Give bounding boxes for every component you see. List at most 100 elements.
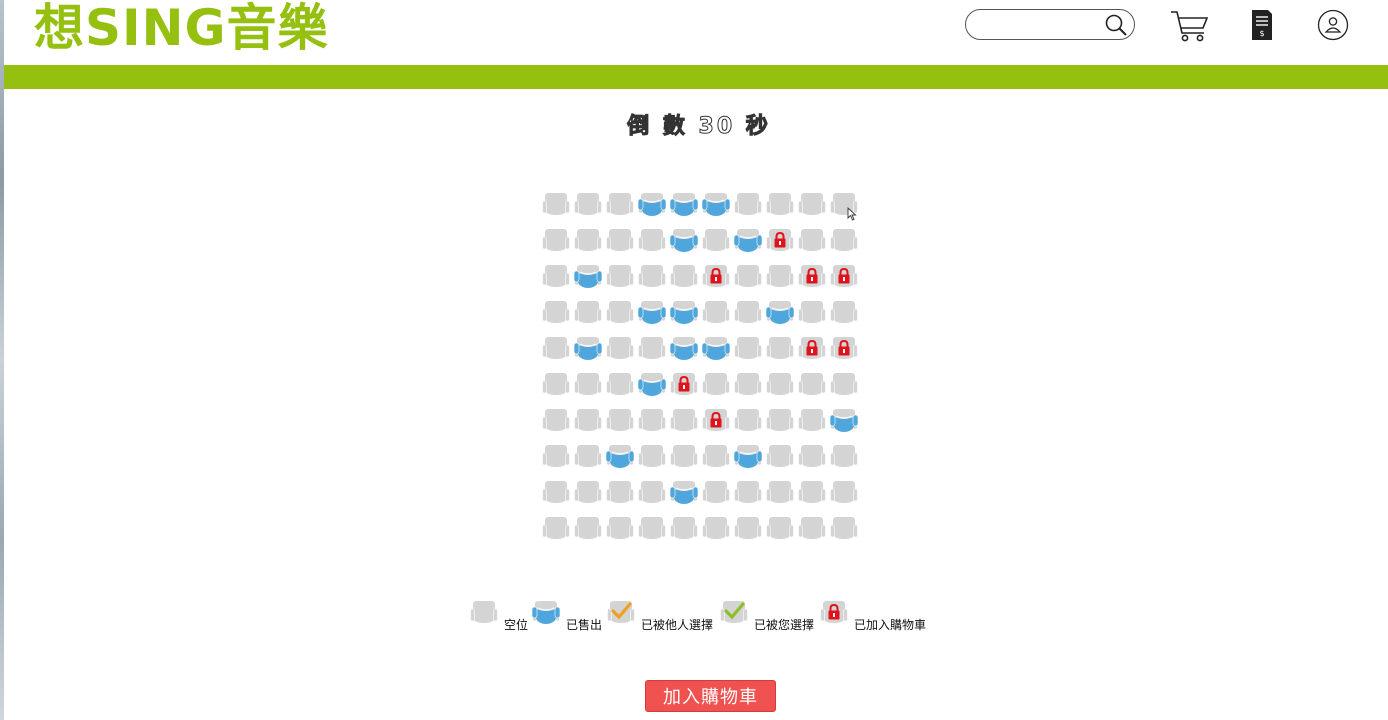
seat-empty[interactable] xyxy=(830,480,858,506)
seat-empty[interactable] xyxy=(542,192,570,218)
seat-empty[interactable] xyxy=(766,192,794,218)
seat-empty[interactable] xyxy=(670,516,698,542)
seat-locked[interactable] xyxy=(766,228,794,254)
seat-sold[interactable] xyxy=(830,408,858,434)
seat-empty[interactable] xyxy=(702,444,730,470)
seat-sold[interactable] xyxy=(670,300,698,326)
seat-empty[interactable] xyxy=(830,444,858,470)
seat-empty[interactable] xyxy=(766,408,794,434)
seat-empty[interactable] xyxy=(766,444,794,470)
seat-locked[interactable] xyxy=(702,408,730,434)
seat-empty[interactable] xyxy=(766,516,794,542)
seat-empty[interactable] xyxy=(734,408,762,434)
seat-empty[interactable] xyxy=(798,480,826,506)
seat-empty[interactable] xyxy=(606,480,634,506)
seat-locked[interactable] xyxy=(670,372,698,398)
seat-empty[interactable] xyxy=(606,300,634,326)
seat-empty[interactable] xyxy=(542,480,570,506)
seat-empty[interactable] xyxy=(702,480,730,506)
seat-empty[interactable] xyxy=(606,336,634,362)
seat-empty[interactable] xyxy=(670,444,698,470)
seat-empty[interactable] xyxy=(702,516,730,542)
seat-empty[interactable] xyxy=(766,480,794,506)
seat-empty[interactable] xyxy=(798,372,826,398)
seat-empty[interactable] xyxy=(830,300,858,326)
seat-empty[interactable] xyxy=(734,480,762,506)
seat-locked[interactable] xyxy=(702,264,730,290)
seat-empty[interactable] xyxy=(606,192,634,218)
receipt-icon[interactable]: $ xyxy=(1250,9,1274,41)
seat-empty[interactable] xyxy=(638,228,666,254)
seat-locked[interactable] xyxy=(798,336,826,362)
seat-empty[interactable] xyxy=(766,264,794,290)
seat-empty[interactable] xyxy=(542,516,570,542)
seat-empty[interactable] xyxy=(798,192,826,218)
seat-empty[interactable] xyxy=(574,300,602,326)
seat-empty[interactable] xyxy=(830,228,858,254)
seat-sold[interactable] xyxy=(702,336,730,362)
search-box[interactable] xyxy=(965,9,1135,40)
seat-empty[interactable] xyxy=(574,192,602,218)
seat-empty[interactable] xyxy=(574,444,602,470)
seat-empty[interactable] xyxy=(798,300,826,326)
seat-empty[interactable] xyxy=(670,264,698,290)
seat-empty[interactable] xyxy=(542,408,570,434)
seat-empty[interactable] xyxy=(670,408,698,434)
seat-empty[interactable] xyxy=(638,264,666,290)
seat-empty[interactable] xyxy=(606,516,634,542)
seat-empty[interactable] xyxy=(734,264,762,290)
seat-empty[interactable] xyxy=(798,228,826,254)
seat-sold[interactable] xyxy=(638,300,666,326)
seat-empty[interactable] xyxy=(606,228,634,254)
seat-sold[interactable] xyxy=(670,228,698,254)
seat-sold[interactable] xyxy=(670,192,698,218)
seat-sold[interactable] xyxy=(670,480,698,506)
user-account-icon[interactable] xyxy=(1317,9,1349,41)
seat-sold[interactable] xyxy=(574,264,602,290)
seat-empty[interactable] xyxy=(606,372,634,398)
seat-empty[interactable] xyxy=(574,480,602,506)
seat-empty[interactable] xyxy=(574,408,602,434)
seat-empty[interactable] xyxy=(606,264,634,290)
seat-empty[interactable] xyxy=(830,372,858,398)
seat-empty[interactable] xyxy=(574,372,602,398)
seat-sold[interactable] xyxy=(734,444,762,470)
seat-empty[interactable] xyxy=(638,480,666,506)
search-icon[interactable] xyxy=(1104,13,1128,37)
seat-empty[interactable] xyxy=(798,444,826,470)
seat-empty[interactable] xyxy=(638,516,666,542)
seat-locked[interactable] xyxy=(798,264,826,290)
seat-sold[interactable] xyxy=(702,192,730,218)
seat-sold[interactable] xyxy=(574,336,602,362)
seat-empty[interactable] xyxy=(542,300,570,326)
cart-icon[interactable] xyxy=(1170,9,1210,43)
seat-empty[interactable] xyxy=(734,516,762,542)
seat-empty[interactable] xyxy=(734,336,762,362)
seat-empty[interactable] xyxy=(542,444,570,470)
seat-sold[interactable] xyxy=(638,192,666,218)
seat-sold[interactable] xyxy=(734,228,762,254)
seat-empty[interactable] xyxy=(798,516,826,542)
seat-empty[interactable] xyxy=(542,372,570,398)
seat-empty[interactable] xyxy=(542,228,570,254)
seat-empty[interactable] xyxy=(734,300,762,326)
seat-empty[interactable] xyxy=(766,372,794,398)
seat-empty[interactable] xyxy=(798,408,826,434)
seat-sold[interactable] xyxy=(670,336,698,362)
seat-sold[interactable] xyxy=(606,444,634,470)
seat-empty[interactable] xyxy=(734,192,762,218)
seat-empty[interactable] xyxy=(702,300,730,326)
site-logo[interactable]: 想SING音樂 xyxy=(34,0,329,59)
add-to-cart-button[interactable]: 加入購物車 xyxy=(645,680,776,712)
seat-locked[interactable] xyxy=(830,264,858,290)
seat-empty[interactable] xyxy=(638,336,666,362)
seat-empty[interactable] xyxy=(638,444,666,470)
seat-empty[interactable] xyxy=(702,228,730,254)
seat-empty[interactable] xyxy=(638,408,666,434)
seat-empty[interactable] xyxy=(542,264,570,290)
seat-empty[interactable] xyxy=(606,408,634,434)
seat-empty[interactable] xyxy=(702,372,730,398)
seat-sold[interactable] xyxy=(638,372,666,398)
seat-empty[interactable] xyxy=(574,516,602,542)
seat-empty[interactable] xyxy=(574,228,602,254)
